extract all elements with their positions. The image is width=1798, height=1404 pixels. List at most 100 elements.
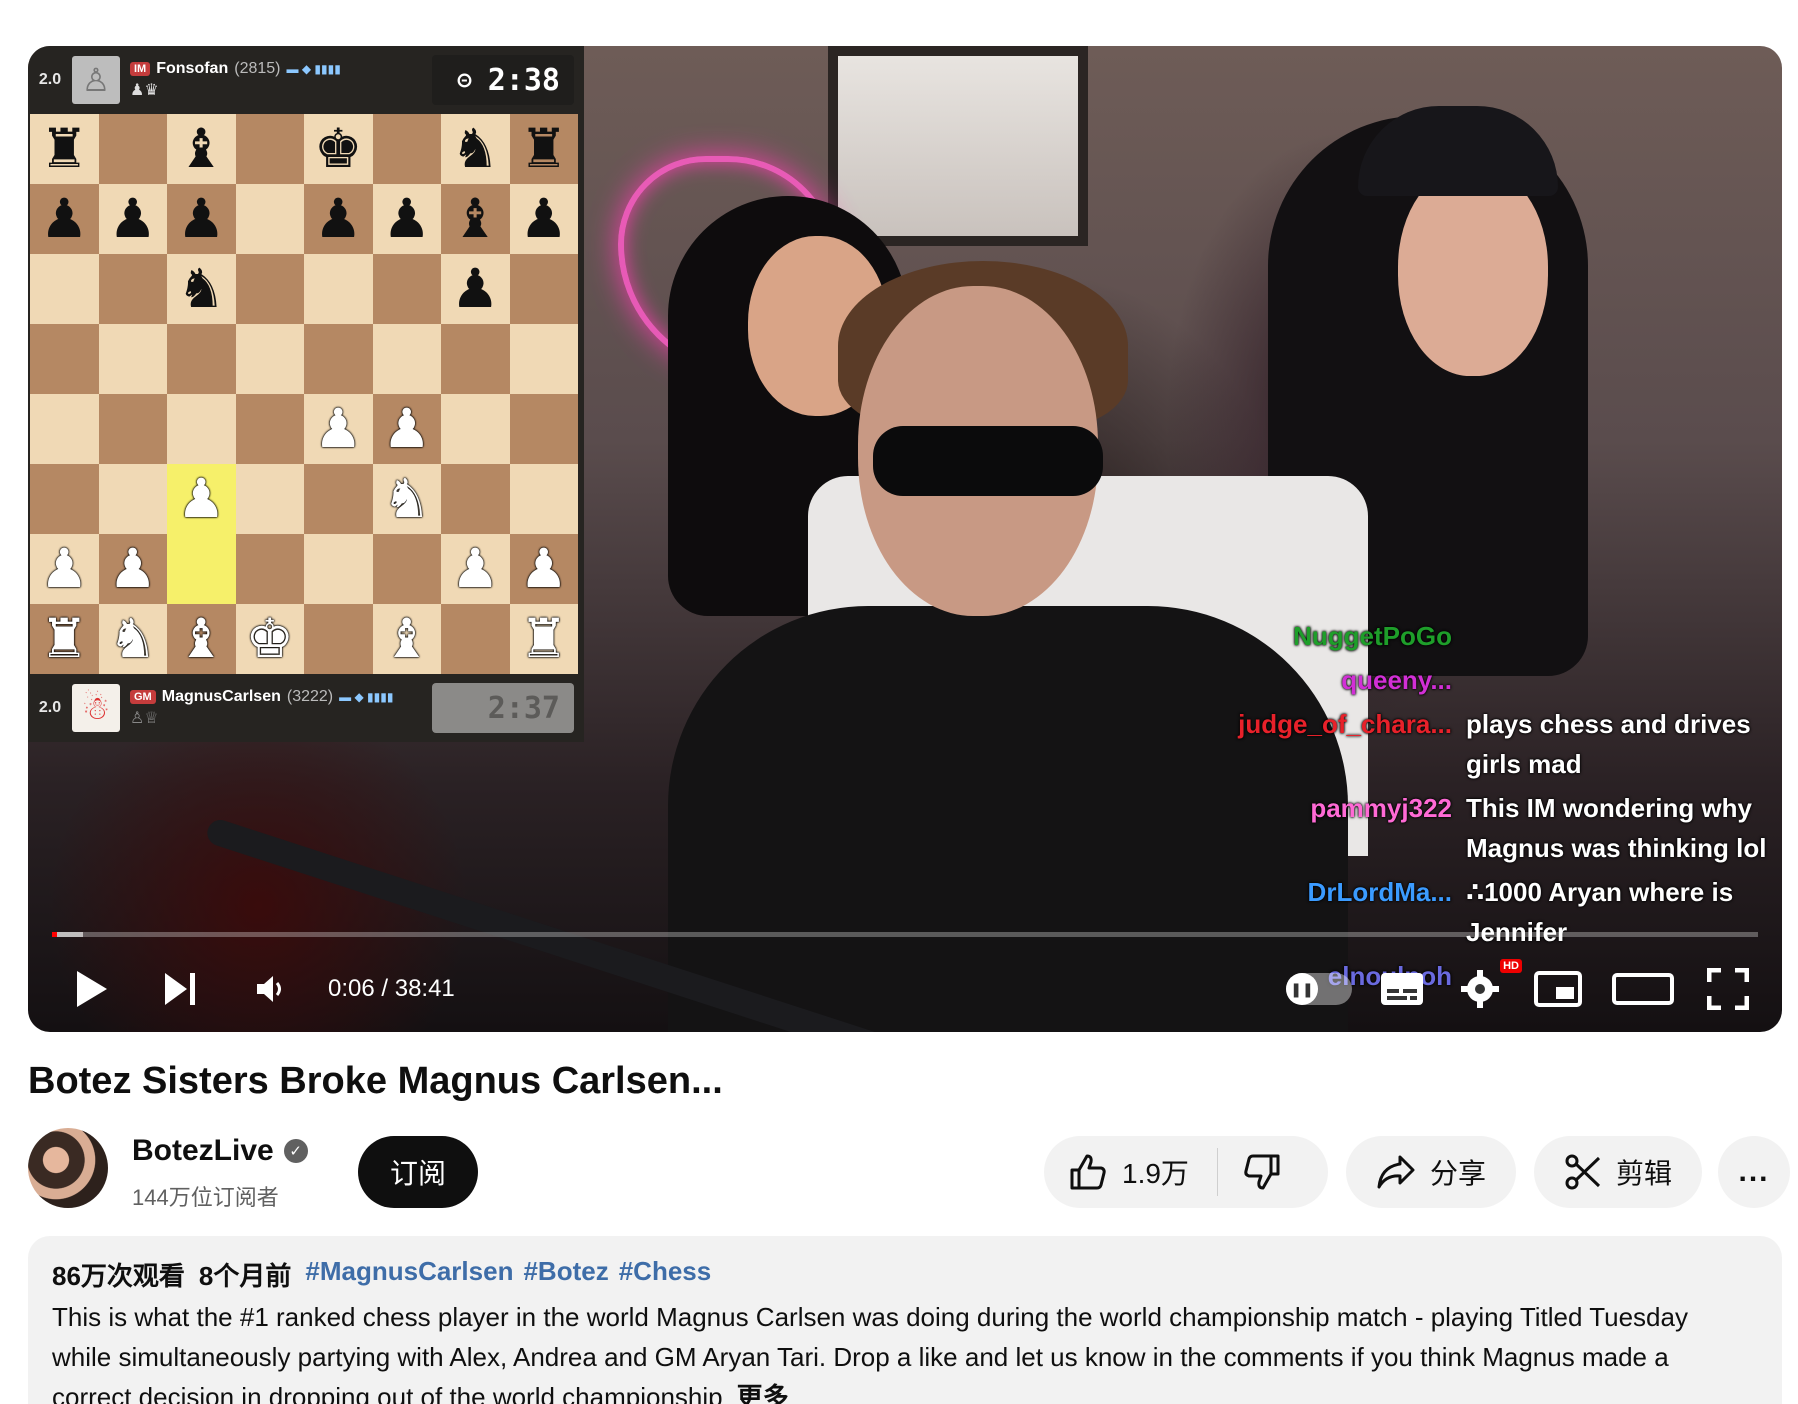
share-label: 分享	[1429, 1158, 1486, 1189]
show-more-link[interactable]: 更多	[737, 1382, 789, 1404]
board-square	[372, 534, 441, 604]
chat-message: NuggetPoGo	[1218, 616, 1778, 656]
settings-button[interactable]: HD	[1452, 959, 1522, 1011]
subscribe-button[interactable]: 订阅	[358, 1136, 478, 1208]
fullscreen-button[interactable]	[1700, 967, 1756, 1011]
white-bishop-icon: ♝	[177, 607, 226, 670]
bottom-player-clock: 2:37	[432, 683, 574, 733]
chat-message: judge_of_chara... plays chess and drives …	[1218, 704, 1778, 784]
board-square: ♞	[441, 114, 510, 184]
top-player-bar: 2.0 ♙ IM Fonsofan (2815) ▬ ◆ ▮▮▮▮ ♟♛ ⊝ 2…	[28, 46, 584, 114]
chat-username: queeny...	[1341, 665, 1452, 695]
subtitles-icon	[1381, 973, 1423, 1005]
board-square: ♜	[30, 114, 99, 184]
top-player-clock: ⊝ 2:38	[432, 55, 574, 105]
description-meta: 86万次观看 8个月前 #MagnusCarlsen #Botez #Chess	[52, 1256, 1758, 1293]
autoplay-toggle[interactable]: ❚❚	[1286, 973, 1352, 1005]
black-pawn-icon: ♟	[314, 187, 363, 250]
clip-button[interactable]: 剪辑	[1534, 1136, 1702, 1208]
upload-age: 8个月前	[198, 1261, 292, 1291]
theater-icon	[1612, 973, 1674, 1005]
play-button[interactable]	[72, 967, 112, 1011]
thumbs-up-icon	[1070, 1154, 1106, 1190]
board-square: ♜	[509, 114, 578, 184]
time-display: 0:06 / 38:41	[328, 975, 455, 1002]
black-knight-icon: ♞	[177, 257, 226, 320]
board-square	[509, 324, 578, 394]
dislike-button[interactable]	[1218, 1152, 1282, 1192]
miniplayer-icon	[1534, 971, 1582, 1007]
captured-pieces-icon: ♙♕	[130, 710, 159, 727]
white-pawn-icon: ♟	[40, 537, 89, 600]
board-square: ♟	[441, 534, 510, 604]
board-square	[235, 324, 304, 394]
board-square	[304, 324, 373, 394]
board-square: ♟	[98, 184, 167, 254]
clock-icon: ⊝	[457, 66, 472, 94]
chat-text	[1466, 616, 1778, 656]
miniplayer-button[interactable]	[1530, 967, 1586, 1011]
subscriber-count: 144万位订阅者	[132, 1185, 279, 1210]
board-square	[98, 114, 167, 184]
board-square: ♟	[304, 184, 373, 254]
hd-badge: HD	[1500, 959, 1522, 973]
black-bishop-icon: ♝	[451, 187, 500, 250]
channel-name[interactable]: BotezLive	[132, 1134, 274, 1168]
board-square: ♞	[98, 604, 167, 674]
board-square: ♟	[30, 184, 99, 254]
top-player-title: IM	[130, 62, 151, 76]
board-square: ♟	[509, 184, 578, 254]
hashtag-link[interactable]: #Botez	[523, 1256, 608, 1293]
board-square: ♟	[372, 394, 441, 464]
board-square	[235, 394, 304, 464]
board-square: ♜	[509, 604, 578, 674]
volume-button[interactable]	[252, 967, 292, 1011]
progress-bar[interactable]	[52, 932, 1758, 937]
person-right-face	[1398, 166, 1548, 376]
board-square	[30, 394, 99, 464]
channel-avatar[interactable]	[28, 1128, 108, 1208]
more-actions-button[interactable]: ...	[1718, 1136, 1790, 1208]
board-square: ♜	[30, 604, 99, 674]
description-box[interactable]: 86万次观看 8个月前 #MagnusCarlsen #Botez #Chess T…	[28, 1236, 1782, 1404]
bottom-player-score: 2.0	[38, 699, 62, 716]
gear-icon	[1461, 970, 1499, 1008]
white-king-icon: ♚	[245, 607, 294, 670]
video-player[interactable]: 2.0 ♙ IM Fonsofan (2815) ▬ ◆ ▮▮▮▮ ♟♛ ⊝ 2…	[28, 46, 1782, 1032]
channel-name-link[interactable]: BotezLive ✓	[132, 1134, 308, 1168]
chat-overlay: NuggetPoGo queeny... judge_of_chara... play…	[1218, 616, 1778, 1000]
bottom-player-name: MagnusCarlsen	[161, 688, 281, 705]
subtitles-button[interactable]	[1374, 967, 1430, 1011]
chat-message: DrLordMa... ∴1000 Aryan where is Jennifer	[1218, 872, 1778, 952]
white-pawn-icon: ♟	[451, 537, 500, 600]
thumbs-down-icon	[1244, 1154, 1280, 1190]
chat-text: This IM wondering why Magnus was thinkin…	[1466, 793, 1767, 863]
board-square	[372, 114, 441, 184]
top-player-score: 2.0	[38, 71, 62, 88]
like-button[interactable]: 1.9万	[1044, 1148, 1218, 1196]
chat-message: queeny...	[1218, 660, 1778, 700]
board-square	[441, 394, 510, 464]
board-square	[509, 394, 578, 464]
share-button[interactable]: 分享	[1346, 1136, 1516, 1208]
theater-mode-button[interactable]	[1608, 967, 1678, 1011]
chat-text: plays chess and drives girls mad	[1466, 709, 1751, 779]
board-square: ♞	[167, 254, 236, 324]
board-square	[441, 464, 510, 534]
play-icon	[77, 971, 107, 1007]
video-title: Botez Sisters Broke Magnus Carlsen...	[28, 1060, 723, 1102]
hashtag-link[interactable]: #MagnusCarlsen	[305, 1256, 513, 1293]
black-pawn-icon: ♟	[451, 257, 500, 320]
pause-icon: ❚❚	[1286, 973, 1318, 1005]
top-player-rating: (2815)	[234, 60, 281, 77]
hashtag-link[interactable]: #Chess	[619, 1256, 712, 1293]
board-square	[167, 534, 236, 604]
next-button[interactable]	[160, 967, 200, 1011]
black-knight-icon: ♞	[451, 117, 500, 180]
flag-icon: ▬ ◆ ▮▮▮▮	[339, 690, 394, 704]
santa-avatar-icon: ☃	[72, 684, 120, 732]
bottom-player-title: GM	[130, 690, 156, 704]
chat-text: ∴1000 Aryan where is Jennifer	[1466, 877, 1734, 947]
white-pawn-icon: ♟	[108, 537, 157, 600]
black-rook-icon: ♜	[40, 117, 89, 180]
